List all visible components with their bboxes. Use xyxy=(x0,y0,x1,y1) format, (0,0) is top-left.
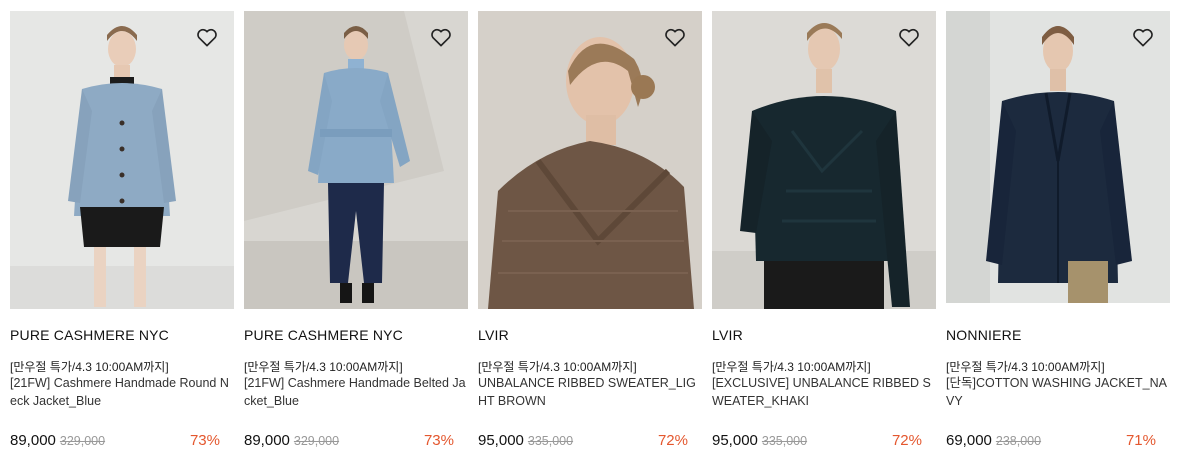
heart-outline-icon[interactable] xyxy=(196,27,218,47)
sale-price: 95,000 xyxy=(712,432,758,449)
brand-name[interactable]: PURE CASHMERE NYC xyxy=(244,327,403,343)
product-image[interactable] xyxy=(244,11,468,309)
product-grid: PURE CASHMERE NYC [만우절 특가/4.3 10:00AM까지]… xyxy=(0,0,1178,465)
discount-rate: 73% xyxy=(423,432,454,449)
discount-rate: 71% xyxy=(1125,432,1156,449)
promo-label: [만우절 특가/4.3 10:00AM까지] xyxy=(10,360,169,374)
product-name[interactable]: [21FW] Cashmere Handmade Belted Jacket_B… xyxy=(244,374,468,410)
original-price: 329,000 xyxy=(59,434,106,448)
promo-label: [만우절 특가/4.3 10:00AM까지] xyxy=(946,360,1105,374)
product-name[interactable]: UNBALANCE RIBBED SWEATER_LIGHT BROWN xyxy=(478,374,702,410)
product-image[interactable] xyxy=(946,11,1170,303)
original-price: 329,000 xyxy=(293,434,340,448)
product-name[interactable]: [단독]COTTON WASHING JACKET_NAVY xyxy=(946,374,1170,410)
price-block: 95,000 335,000 xyxy=(478,432,573,449)
product-name[interactable]: [21FW] Cashmere Handmade Round Neck Jack… xyxy=(10,374,234,410)
price-block: 69,000 238,000 xyxy=(946,432,1041,449)
product-image[interactable] xyxy=(712,11,936,309)
brand-name[interactable]: LVIR xyxy=(712,327,743,343)
original-price: 335,000 xyxy=(527,434,574,448)
promo-label: [만우절 특가/4.3 10:00AM까지] xyxy=(712,360,871,374)
product-card[interactable]: NONNIERE [만우절 특가/4.3 10:00AM까지] [단독]COTT… xyxy=(946,0,1170,465)
product-image[interactable] xyxy=(478,11,702,309)
product-card[interactable]: LVIR [만우절 특가/4.3 10:00AM까지] [EXCLUSIVE] … xyxy=(712,0,936,465)
promo-label: [만우절 특가/4.3 10:00AM까지] xyxy=(244,360,403,374)
sale-price: 95,000 xyxy=(478,432,524,449)
price-block: 89,000 329,000 xyxy=(244,432,339,449)
promo-label: [만우절 특가/4.3 10:00AM까지] xyxy=(478,360,637,374)
brand-name[interactable]: PURE CASHMERE NYC xyxy=(10,327,169,343)
brand-name[interactable]: NONNIERE xyxy=(946,327,1022,343)
sale-price: 69,000 xyxy=(946,432,992,449)
original-price: 238,000 xyxy=(995,434,1042,448)
price-block: 95,000 335,000 xyxy=(712,432,807,449)
product-image[interactable] xyxy=(10,11,234,309)
product-card[interactable]: LVIR [만우절 특가/4.3 10:00AM까지] UNBALANCE RI… xyxy=(478,0,702,465)
sale-price: 89,000 xyxy=(244,432,290,449)
discount-rate: 72% xyxy=(891,432,922,449)
product-card[interactable]: PURE CASHMERE NYC [만우절 특가/4.3 10:00AM까지]… xyxy=(244,0,468,465)
heart-outline-icon[interactable] xyxy=(664,27,686,47)
product-card[interactable]: PURE CASHMERE NYC [만우절 특가/4.3 10:00AM까지]… xyxy=(10,0,234,465)
sale-price: 89,000 xyxy=(10,432,56,449)
product-name[interactable]: [EXCLUSIVE] UNBALANCE RIBBED SWEATER_KHA… xyxy=(712,374,936,410)
heart-outline-icon[interactable] xyxy=(1132,27,1154,47)
discount-rate: 72% xyxy=(657,432,688,449)
price-block: 89,000 329,000 xyxy=(10,432,105,449)
brand-name[interactable]: LVIR xyxy=(478,327,509,343)
heart-outline-icon[interactable] xyxy=(898,27,920,47)
discount-rate: 73% xyxy=(189,432,220,449)
original-price: 335,000 xyxy=(761,434,808,448)
heart-outline-icon[interactable] xyxy=(430,27,452,47)
